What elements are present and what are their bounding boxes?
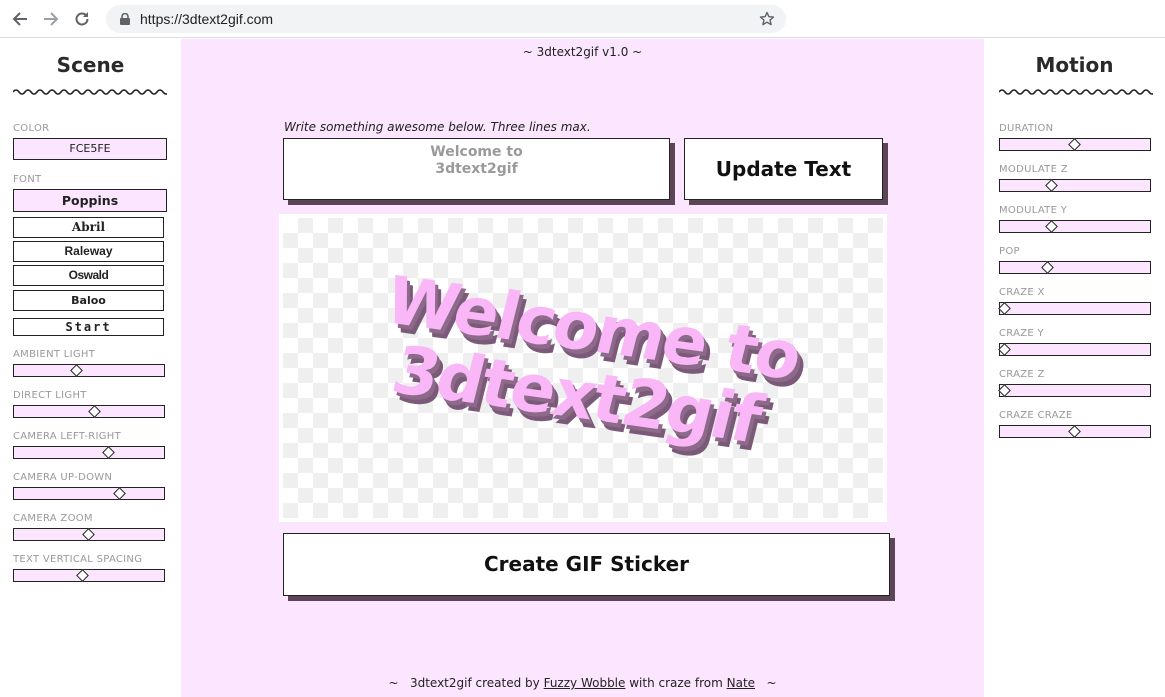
- slider-thumb[interactable]: [998, 302, 1011, 315]
- nate-link[interactable]: Nate: [727, 676, 755, 690]
- star-icon[interactable]: [758, 10, 776, 28]
- footer-prefix: ~ 3dtext2gif created by: [388, 676, 544, 690]
- slider-label: POP: [999, 246, 1020, 257]
- address-bar[interactable]: https://3dtext2gif.com: [106, 5, 786, 33]
- slider-label: CRAZE Y: [999, 328, 1044, 339]
- slider-thumb[interactable]: [70, 364, 84, 377]
- color-label: COLOR: [13, 123, 50, 134]
- back-arrow-icon[interactable]: [9, 8, 31, 30]
- slider-label: CRAZE CRAZE: [999, 410, 1073, 421]
- scene-panel: Scene COLOR FCE5FE FONT Poppins Abril Ra…: [0, 39, 181, 697]
- color-input[interactable]: FCE5FE: [13, 138, 167, 160]
- slider-track[interactable]: [13, 405, 165, 418]
- wave-divider: [13, 89, 167, 95]
- slider-track[interactable]: [13, 446, 165, 459]
- slider-label: TEXT VERTICAL SPACING: [13, 554, 143, 565]
- font-label: FONT: [13, 174, 42, 185]
- input-hint: Write something awesome below. Three lin…: [284, 120, 591, 134]
- slider-thumb[interactable]: [113, 487, 127, 500]
- slider-track[interactable]: [998, 384, 1151, 397]
- motion-panel: Motion DURATION MODULATE Z MODULATE Y POP CR…: [984, 39, 1165, 697]
- url-text: https://3dtext2gif.com: [140, 11, 274, 27]
- slider-track[interactable]: [13, 569, 165, 582]
- update-text-button[interactable]: Update Text: [684, 138, 883, 200]
- slider-track[interactable]: [998, 343, 1151, 356]
- reload-icon[interactable]: [71, 8, 93, 30]
- browser-toolbar: https://3dtext2gif.com: [0, 0, 1165, 38]
- slider-track[interactable]: [999, 425, 1151, 438]
- font-button-poppins[interactable]: Poppins: [13, 189, 167, 212]
- font-button-baloo[interactable]: Baloo: [13, 290, 164, 311]
- font-button-oswald[interactable]: Oswald: [13, 265, 164, 286]
- text-input[interactable]: Welcome to 3dtext2gif: [283, 138, 670, 200]
- slider-label: DIRECT LIGHT: [13, 390, 87, 401]
- slider-label: DURATION: [999, 123, 1054, 134]
- slider-thumb[interactable]: [998, 384, 1011, 397]
- font-button-abril[interactable]: Abril: [13, 217, 164, 238]
- create-gif-button[interactable]: Create GIF Sticker: [283, 533, 890, 596]
- 3d-text-preview: Welcome to 3dtext2gif Welcome to 3dtext2…: [378, 262, 814, 467]
- lock-icon: [118, 12, 132, 26]
- footer-mid: with craze from: [625, 676, 727, 690]
- slider-label: CRAZE X: [999, 287, 1045, 298]
- slider-thumb[interactable]: [1067, 425, 1081, 438]
- slider-label: MODULATE Y: [999, 205, 1068, 216]
- slider-label: CAMERA LEFT-RIGHT: [13, 431, 121, 442]
- slider-label: CRAZE Z: [999, 369, 1045, 380]
- fuzzy-wobble-link[interactable]: Fuzzy Wobble: [544, 676, 626, 690]
- slider-thumb[interactable]: [1045, 220, 1059, 233]
- slider-thumb[interactable]: [998, 343, 1011, 356]
- slider-label: CAMERA UP-DOWN: [13, 472, 113, 483]
- slider-track[interactable]: [13, 487, 165, 500]
- preview-canvas: Welcome to 3dtext2gif Welcome to 3dtext2…: [279, 214, 887, 522]
- slider-thumb[interactable]: [88, 405, 102, 418]
- font-button-raleway[interactable]: Raleway: [13, 241, 164, 262]
- footer-suffix: ~: [755, 676, 777, 690]
- slider-thumb[interactable]: [1067, 138, 1081, 151]
- version-title: ~ 3dtext2gif v1.0 ~: [522, 45, 643, 59]
- font-button-start[interactable]: Start: [13, 318, 164, 336]
- slider-track[interactable]: [999, 179, 1151, 192]
- main-content: ~ 3dtext2gif v1.0 ~ Write something awes…: [181, 39, 984, 697]
- slider-track[interactable]: [13, 364, 165, 377]
- slider-track[interactable]: [998, 302, 1151, 315]
- slider-label: CAMERA ZOOM: [13, 513, 93, 524]
- motion-title: Motion: [1035, 53, 1114, 77]
- slider-label: AMBIENT LIGHT: [13, 349, 96, 360]
- slider-thumb[interactable]: [76, 569, 89, 582]
- slider-thumb[interactable]: [1041, 261, 1054, 274]
- slider-thumb[interactable]: [102, 446, 116, 459]
- slider-track[interactable]: [999, 138, 1151, 151]
- footer-credits: ~ 3dtext2gif created by Fuzzy Wobble wit…: [181, 676, 984, 690]
- slider-track[interactable]: [999, 261, 1151, 274]
- slider-thumb[interactable]: [81, 528, 95, 541]
- scene-title: Scene: [56, 53, 125, 77]
- slider-thumb[interactable]: [1045, 179, 1059, 192]
- wave-divider: [999, 89, 1153, 95]
- slider-track[interactable]: [13, 528, 165, 541]
- forward-arrow-icon[interactable]: [40, 8, 62, 30]
- slider-track[interactable]: [999, 220, 1151, 233]
- slider-label: MODULATE Z: [999, 164, 1068, 175]
